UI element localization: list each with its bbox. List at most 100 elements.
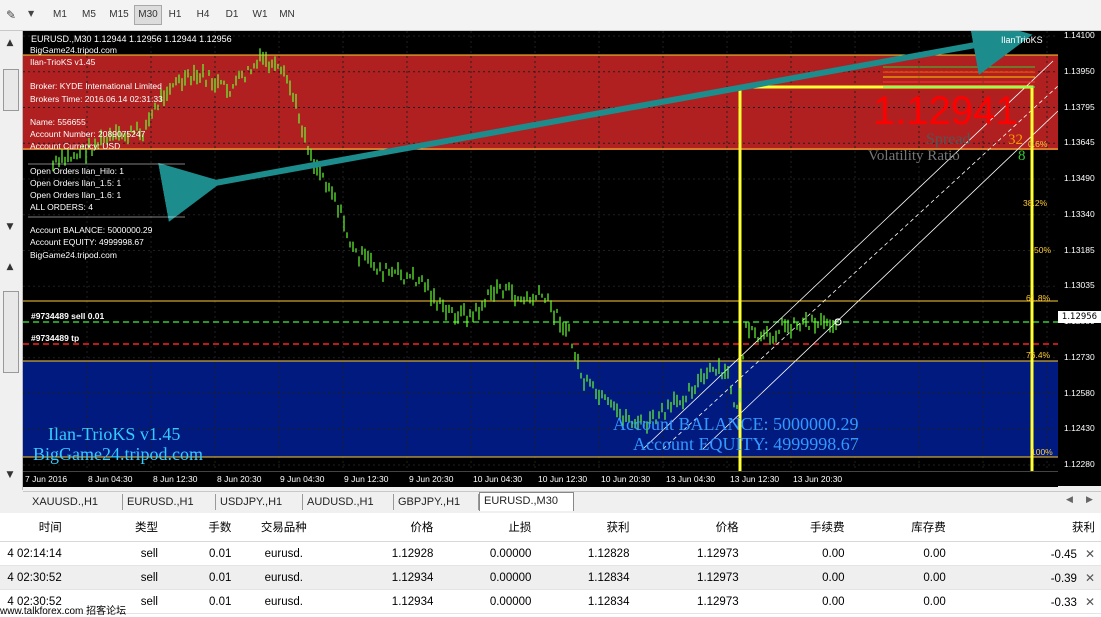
column-header[interactable]: 手续费 xyxy=(744,513,851,542)
chevron-down-icon[interactable]: ▼ xyxy=(28,9,34,18)
profit-value: -0.45 xyxy=(1050,548,1077,561)
table-cell: 0.00 xyxy=(744,565,851,590)
table-cell: 1.12828 xyxy=(537,541,636,566)
close-order-icon[interactable]: ✕ xyxy=(1085,571,1095,585)
table-cell: 0.01 xyxy=(163,565,238,590)
column-header[interactable]: 止损 xyxy=(439,513,538,542)
column-header[interactable]: 时间 xyxy=(0,513,68,542)
column-header[interactable]: 交易品种 xyxy=(237,513,331,542)
time-axis-label: 9 Jun 12:30 xyxy=(344,474,389,484)
tab-eurusd-h1[interactable]: EURUSD.,H1 xyxy=(123,494,216,510)
collapse-icon[interactable]: ▲ xyxy=(3,37,17,49)
column-header[interactable]: 类型 xyxy=(67,513,164,542)
timeframe-toolbar: ✎ ▼ M1 M5 M15 M30 H1 H4 D1 W1 MN xyxy=(0,0,1101,31)
tab-eurusd-m30[interactable]: EURUSD.,M30 xyxy=(479,492,574,511)
table-cell: -0.39 ✕ xyxy=(951,565,1101,590)
price-axis[interactable]: 1.14100 1.13950 1.13795 1.13645 1.13490 1.133… xyxy=(1058,30,1101,486)
price-axis-label: 1.12280 xyxy=(1064,459,1095,469)
table-cell: eurusd. xyxy=(237,589,331,614)
collapse-icon[interactable]: ▲ xyxy=(3,261,17,273)
time-axis[interactable]: 7 Jun 2016 8 Jun 04:30 8 Jun 12:30 8 Jun 20… xyxy=(23,471,1058,487)
column-header[interactable]: 获利 xyxy=(537,513,636,542)
table-cell: -0.33 ✕ xyxy=(951,589,1101,614)
price-axis-label: 1.13795 xyxy=(1064,101,1095,112)
price-axis-label: 1.12580 xyxy=(1064,387,1095,398)
price-axis-label: 1.12430 xyxy=(1064,423,1095,434)
table-cell: eurusd. xyxy=(237,541,331,566)
timeframe-w1-button[interactable]: W1 xyxy=(247,6,273,24)
fib-label: 38.2% xyxy=(1023,198,1048,208)
volatility-label: Volatility Ratio xyxy=(868,148,960,164)
time-axis-label: 9 Jun 04:30 xyxy=(280,474,325,484)
price-axis-label: 1.13185 xyxy=(1064,244,1095,255)
indicator-name: IlanTrioKS xyxy=(1001,35,1043,45)
info-line: Name: 556655 xyxy=(30,117,86,127)
close-order-icon[interactable]: ✕ xyxy=(1085,595,1095,609)
time-axis-label: 13 Jun 04:30 xyxy=(666,474,716,484)
time-axis-label: 10 Jun 20:30 xyxy=(601,474,651,484)
table-row[interactable]: 4 02:14:14 sell 0.01 eurusd. 1.12928 0.00000 1… xyxy=(0,541,1101,566)
time-axis-label: 7 Jun 2016 xyxy=(25,474,68,484)
table-cell: 1.12834 xyxy=(537,565,636,590)
column-header[interactable]: 库存费 xyxy=(850,513,952,542)
column-header[interactable]: 手数 xyxy=(163,513,238,542)
tab-xauusd-h1[interactable]: XAUUSD.,H1 xyxy=(28,494,123,510)
info-line: Account Number: 2089075247 xyxy=(30,129,146,139)
spread-label: Spread xyxy=(926,131,971,148)
table-cell: 1.12834 xyxy=(537,589,636,614)
info-line: BigGame24.tripod.com xyxy=(30,45,117,55)
tab-scroll-left-icon[interactable]: ◀ xyxy=(1066,495,1073,505)
table-cell: 1.12934 xyxy=(330,565,440,590)
volatility-value: 8 xyxy=(1018,148,1026,164)
table-row[interactable]: 4 02:30:52 sell 0.01 eurusd. 1.12934 0.00000 1… xyxy=(0,589,1101,614)
time-axis-label: 10 Jun 04:30 xyxy=(473,474,523,484)
time-axis-label: 8 Jun 04:30 xyxy=(88,474,133,484)
table-cell: 0.00 xyxy=(744,589,851,614)
timeframe-h1-button[interactable]: H1 xyxy=(162,6,188,24)
chart-tab-strip: XAUUSD.,H1 EURUSD.,H1 USDJPY.,H1 AUDUSD.,H1… xyxy=(23,491,1101,512)
table-cell: 0.00000 xyxy=(439,589,538,614)
fib-label: 76.4% xyxy=(1026,350,1051,360)
table-row[interactable]: 4 02:30:52 sell 0.01 eurusd. 1.12934 0.00000 1… xyxy=(0,565,1101,590)
close-order-icon[interactable]: ✕ xyxy=(1085,547,1095,561)
tools-icon[interactable]: ✎ xyxy=(6,8,16,22)
column-header[interactable]: 获利 xyxy=(951,513,1101,542)
timeframe-d1-button[interactable]: D1 xyxy=(219,6,245,24)
tab-usdjpy-h1[interactable]: USDJPY.,H1 xyxy=(216,494,303,510)
tab-scroll-right-icon[interactable]: ▶ xyxy=(1086,495,1093,505)
column-header[interactable]: 价格 xyxy=(330,513,440,542)
time-axis-label: 10 Jun 12:30 xyxy=(538,474,588,484)
scroll-down-icon[interactable]: ▼ xyxy=(3,469,17,481)
time-axis-label: 8 Jun 20:30 xyxy=(217,474,262,484)
order-tp-label[interactable]: #9734489 tp xyxy=(31,333,79,343)
column-header[interactable]: 价格 xyxy=(635,513,745,542)
spread-value: 32 xyxy=(1008,132,1023,148)
timeframe-mn-button[interactable]: MN xyxy=(274,6,300,24)
info-line: Open Orders Ilan_1.6: 1 xyxy=(30,190,122,200)
timeframe-h4-button[interactable]: H4 xyxy=(190,6,216,24)
table-cell: 0.00 xyxy=(850,589,952,614)
watermark-title: Ilan-TrioKS v1.45 xyxy=(48,424,181,444)
footer-watermark: www.talkforex.com 招客论坛 xyxy=(0,606,127,617)
big-price: 1.12941 xyxy=(873,89,1018,133)
info-line: Ilan-TrioKS v1.45 xyxy=(30,57,96,67)
info-line: Open Orders Ilan_1.5: 1 xyxy=(30,178,122,188)
timeframe-m1-button[interactable]: M1 xyxy=(47,6,73,24)
table-cell: 1.12973 xyxy=(635,565,745,590)
price-axis-label: 1.12730 xyxy=(1064,351,1095,362)
table-cell: eurusd. xyxy=(237,565,331,590)
timeframe-m5-button[interactable]: M5 xyxy=(76,6,102,24)
timeframe-m30-button[interactable]: M30 xyxy=(134,5,162,25)
price-chart[interactable]: EURUSD.,M30 1.12944 1.12956 1.12944 1.12… xyxy=(23,31,1058,471)
scroll-handle[interactable] xyxy=(3,291,19,373)
watermark-site: BigGame24.tripod.com xyxy=(33,444,203,464)
time-axis-label: 13 Jun 12:30 xyxy=(730,474,780,484)
table-cell: 0.00000 xyxy=(439,565,538,590)
timeframe-m15-button[interactable]: M15 xyxy=(106,6,132,24)
scroll-handle[interactable] xyxy=(3,69,19,111)
scroll-down-icon[interactable]: ▼ xyxy=(3,221,17,233)
tab-gbpjpy-h1[interactable]: GBPJPY.,H1 xyxy=(394,494,479,510)
tab-audusd-h1[interactable]: AUDUSD.,H1 xyxy=(303,494,394,510)
info-line: Open Orders Ilan_Hilo: 1 xyxy=(30,166,125,176)
order-sell-label[interactable]: #9734489 sell 0.01 xyxy=(31,311,104,321)
